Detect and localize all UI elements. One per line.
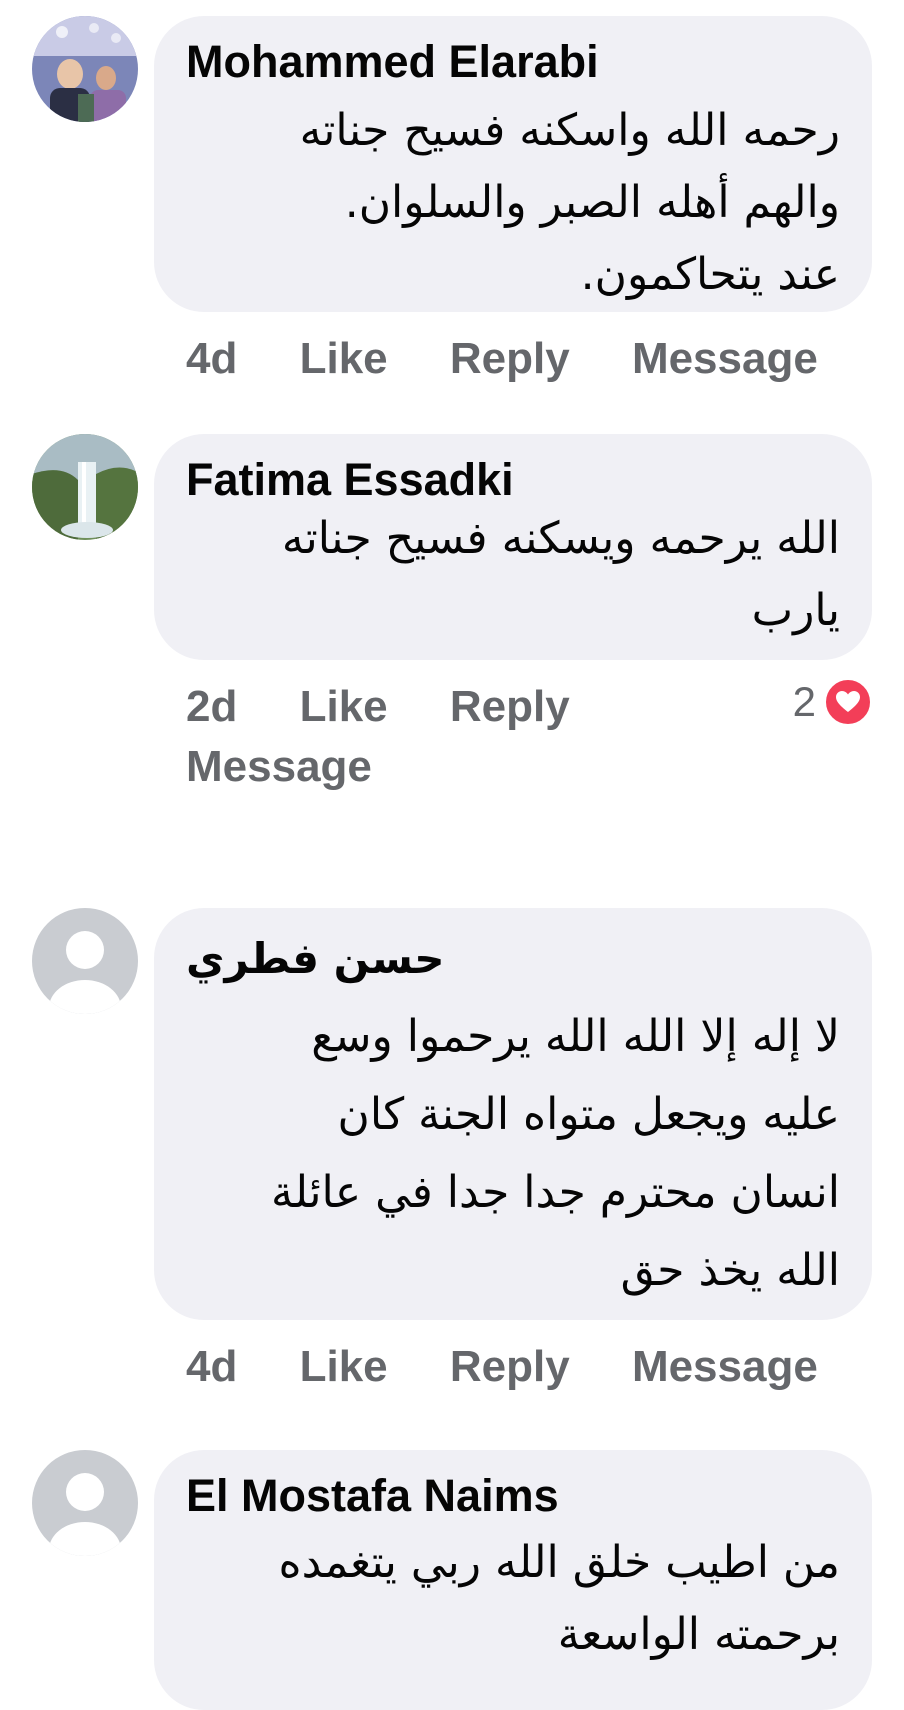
- comment-text-line: انسان محترم جدا جدا في عائلة: [271, 1167, 840, 1218]
- comment-bubble[interactable]: El Mostafa Naims من اطيب خلق الله ربي يت…: [154, 1450, 872, 1710]
- comment-actions: 4d Like Reply Message: [186, 1342, 868, 1392]
- comment-timestamp: 4d: [186, 334, 238, 383]
- avatar[interactable]: [32, 16, 138, 122]
- comment-text-line: الله يخذ حق: [620, 1245, 840, 1296]
- avatar[interactable]: [32, 1450, 138, 1556]
- comment-text-line: والهم أهله الصبر والسلوان.: [344, 177, 840, 228]
- message-button[interactable]: Message: [632, 334, 818, 384]
- comment-author[interactable]: Mohammed Elarabi: [186, 36, 599, 88]
- comment-text-line: الله يرحمه ويسكنه فسيح جناته: [281, 513, 840, 564]
- comment-actions: 4d Like Reply Message: [186, 334, 868, 384]
- reply-button[interactable]: Reply: [450, 682, 570, 732]
- comment-text-line: لا إله إلا الله الله يرحموا وسع: [311, 1011, 840, 1062]
- comment-bubble[interactable]: Mohammed Elarabi رحمه الله واسكنه فسيح ج…: [154, 16, 872, 312]
- comment-text: لا إله إلا الله الله يرحموا وسع عليه ويج…: [186, 998, 840, 1310]
- comment-text-line: يارب: [751, 585, 840, 636]
- reply-button[interactable]: Reply: [450, 334, 570, 384]
- like-button[interactable]: Like: [300, 682, 388, 732]
- reaction-summary[interactable]: 2: [793, 678, 872, 726]
- reaction-count: 2: [792, 678, 816, 725]
- avatar[interactable]: [32, 434, 138, 540]
- user-photo-icon: [32, 434, 138, 540]
- comment-text-line: عند يتحاكمون.: [580, 249, 840, 300]
- comment-text-line: من اطيب خلق الله ربي يتغمده: [278, 1537, 840, 1588]
- comment-text: الله يرحمه ويسكنه فسيح جناته يارب: [186, 500, 840, 650]
- comment-text: من اطيب خلق الله ربي يتغمده برحمته الواس…: [186, 1524, 840, 1674]
- default-avatar-icon: [32, 1450, 138, 1556]
- comment-bubble[interactable]: حسن فطري لا إله إلا الله الله يرحموا وسع…: [154, 908, 872, 1320]
- comment-timestamp: 4d: [186, 1342, 238, 1391]
- user-photo-icon: [32, 16, 138, 122]
- comment-actions-wrap: Message: [186, 742, 422, 792]
- comment-text-line: رحمه الله واسكنه فسيح جناته: [299, 105, 840, 156]
- comment-author[interactable]: El Mostafa Naims: [186, 1470, 559, 1522]
- reply-button[interactable]: Reply: [450, 1342, 570, 1392]
- comment-timestamp: 2d: [186, 682, 238, 731]
- default-avatar-icon: [32, 908, 138, 1014]
- avatar[interactable]: [32, 908, 138, 1014]
- like-button[interactable]: Like: [300, 334, 388, 384]
- heart-icon: [824, 678, 872, 726]
- like-button[interactable]: Like: [300, 1342, 388, 1392]
- comment-author[interactable]: Fatima Essadki: [186, 454, 514, 506]
- message-button[interactable]: Message: [632, 1342, 818, 1392]
- comment-text-line: عليه ويجعل متواه الجنة كان: [337, 1089, 841, 1140]
- comment-bubble[interactable]: Fatima Essadki الله يرحمه ويسكنه فسيح جن…: [154, 434, 872, 660]
- comment-text: رحمه الله واسكنه فسيح جناته والهم أهله ا…: [186, 92, 840, 314]
- message-button[interactable]: Message: [186, 742, 372, 792]
- comment-text-line: برحمته الواسعة: [557, 1609, 840, 1660]
- comment-actions: 2d Like Reply: [186, 682, 620, 732]
- comment-author[interactable]: حسن فطري: [186, 934, 444, 983]
